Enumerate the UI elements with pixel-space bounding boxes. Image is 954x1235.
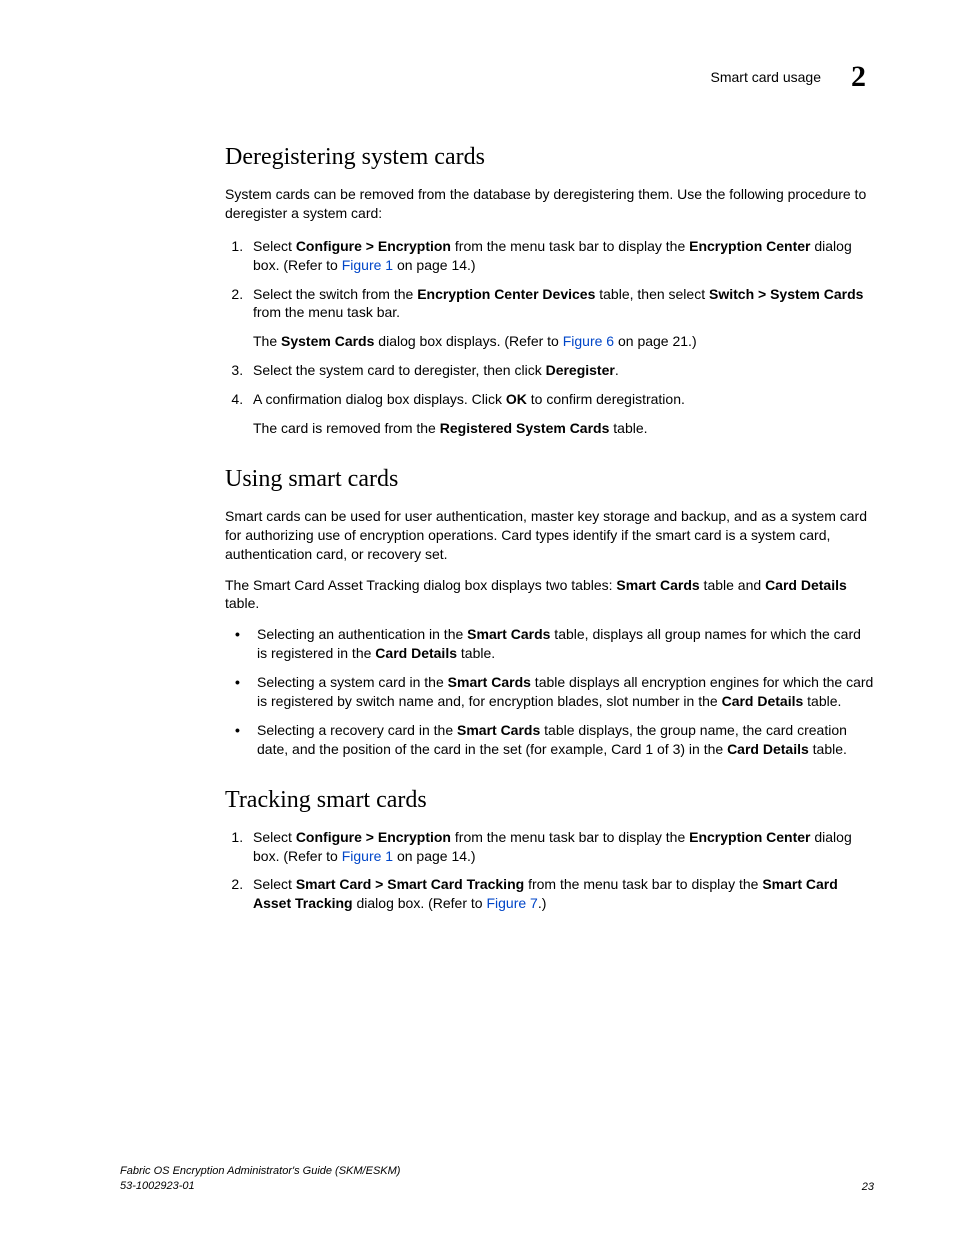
tracking-steps: Select Configure > Encryption from the m… [225,828,874,914]
chapter-number: 2 [851,60,866,94]
link-figure-1[interactable]: Figure 1 [342,257,393,273]
deregister-step-2-note: The System Cards dialog box displays. (R… [253,332,874,351]
deregister-step-1: Select Configure > Encryption from the m… [247,237,874,275]
using-bullets: Selecting an authentication in the Smart… [225,625,874,758]
deregister-step-3: Select the system card to deregister, th… [247,361,874,380]
using-bullet-1: Selecting an authentication in the Smart… [245,625,874,663]
using-bullet-3: Selecting a recovery card in the Smart C… [245,721,874,759]
page-footer: Fabric OS Encryption Administrator's Gui… [120,1164,874,1193]
using-bullet-2: Selecting a system card in the Smart Car… [245,673,874,711]
footer-doc-number: 53-1002923-01 [120,1179,400,1193]
page: Smart card usage 2 Deregistering system … [0,0,954,1235]
using-para-1: Smart cards can be used for user authent… [225,507,874,564]
heading-deregistering: Deregistering system cards [225,144,874,171]
tracking-step-1: Select Configure > Encryption from the m… [247,828,874,866]
link-figure-7[interactable]: Figure 7 [486,895,537,911]
header-section-title: Smart card usage [711,69,822,85]
link-figure-6[interactable]: Figure 6 [563,333,614,349]
footer-doc-title: Fabric OS Encryption Administrator's Gui… [120,1164,400,1178]
main-content: Deregistering system cards System cards … [120,144,874,913]
deregister-step-4: A confirmation dialog box displays. Clic… [247,390,874,438]
deregister-intro: System cards can be removed from the dat… [225,185,874,223]
footer-page-number: 23 [862,1181,874,1193]
page-header: Smart card usage 2 [120,60,866,94]
deregister-step-4-note: The card is removed from the Registered … [253,419,874,438]
tracking-step-2: Select Smart Card > Smart Card Tracking … [247,875,874,913]
heading-tracking-smart-cards: Tracking smart cards [225,787,874,814]
link-figure-1-b[interactable]: Figure 1 [342,848,393,864]
heading-using-smart-cards: Using smart cards [225,466,874,493]
using-para-2: The Smart Card Asset Tracking dialog box… [225,576,874,614]
deregister-steps: Select Configure > Encryption from the m… [225,237,874,438]
deregister-step-2: Select the switch from the Encryption Ce… [247,285,874,352]
footer-doc-info: Fabric OS Encryption Administrator's Gui… [120,1164,400,1193]
